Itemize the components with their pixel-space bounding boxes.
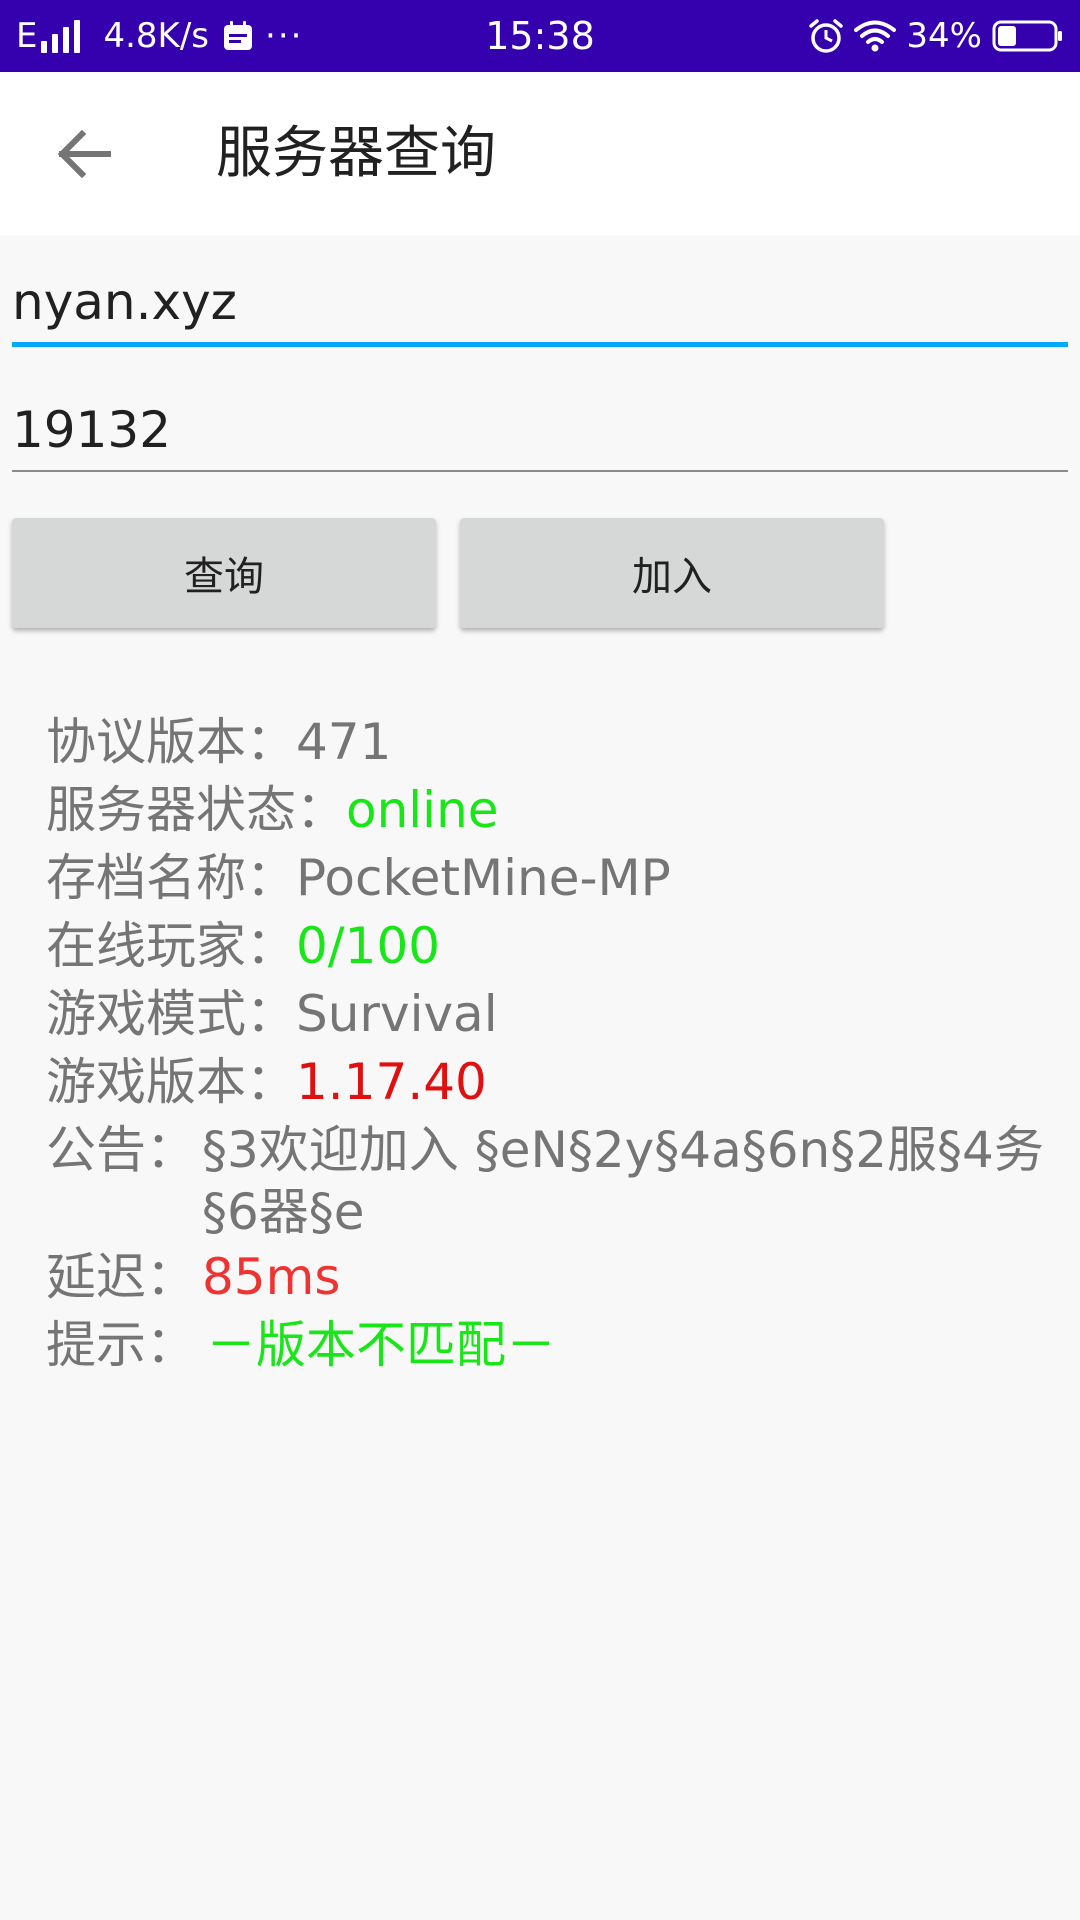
- protocol-value: 471: [296, 713, 392, 771]
- page-title: 服务器查询: [216, 121, 496, 186]
- version-value: 1.17.40: [296, 1053, 487, 1111]
- query-button[interactable]: 查询: [12, 518, 436, 628]
- status-label: 服务器状态：: [46, 781, 346, 839]
- version-label: 游戏版本：: [46, 1053, 296, 1111]
- status-bar-right: 34%: [808, 0, 1064, 72]
- info-row-status: 服务器状态： online: [46, 776, 1056, 844]
- host-field-container: [12, 262, 1068, 347]
- info-row-version: 游戏版本： 1.17.40: [46, 1048, 1056, 1116]
- info-row-motd: 公告： §3欢迎加入 §eN§2y§4a§6n§2服§4务§6器§e: [46, 1116, 1056, 1243]
- port-input[interactable]: [12, 390, 1068, 470]
- players-label: 在线玩家：: [46, 917, 296, 975]
- arrow-left-icon: [57, 129, 111, 179]
- protocol-label: 协议版本：: [46, 713, 296, 771]
- gamemode-label: 游戏模式：: [46, 985, 296, 1043]
- join-button[interactable]: 加入: [460, 518, 884, 628]
- port-input-underline: [12, 470, 1068, 472]
- alarm-icon: [809, 19, 844, 53]
- info-row-world: 存档名称： PocketMine-MP: [46, 844, 1056, 912]
- world-value: PocketMine-MP: [296, 849, 671, 907]
- info-row-gamemode: 游戏模式： Survival: [46, 980, 1056, 1048]
- wifi-icon: [854, 20, 897, 52]
- hint-value: －版本不匹配－: [206, 1316, 556, 1374]
- world-label: 存档名称：: [46, 849, 296, 907]
- hint-label: 提示：: [46, 1316, 196, 1374]
- status-bar: E 4.8K/s ··· 15:38 34%: [0, 0, 1080, 72]
- battery-icon: [992, 20, 1062, 52]
- latency-label: 延迟：: [46, 1248, 196, 1306]
- latency-value: 85ms: [202, 1248, 341, 1306]
- app-bar: 服务器查询: [0, 72, 1080, 235]
- motd-value: §3欢迎加入 §eN§2y§4a§6n§2服§4务§6器§e: [202, 1121, 1044, 1241]
- info-row-protocol: 协议版本： 471: [46, 708, 1056, 776]
- port-field-container: [12, 390, 1068, 472]
- gamemode-value: Survival: [296, 985, 498, 1043]
- host-input-underline: [12, 342, 1068, 347]
- motd-label: 公告：: [46, 1121, 196, 1179]
- host-input[interactable]: [12, 262, 1068, 342]
- back-button[interactable]: [46, 116, 122, 192]
- battery-percent: 34%: [906, 16, 982, 56]
- info-row-players: 在线玩家： 0/100: [46, 912, 1056, 980]
- server-info: 协议版本： 471 服务器状态： online 存档名称： PocketMine…: [46, 708, 1056, 1379]
- info-row-latency: 延迟： 85ms: [46, 1243, 1056, 1311]
- status-value: online: [346, 781, 499, 839]
- info-row-hint: 提示： －版本不匹配－: [46, 1311, 1056, 1379]
- players-value: 0/100: [296, 917, 441, 975]
